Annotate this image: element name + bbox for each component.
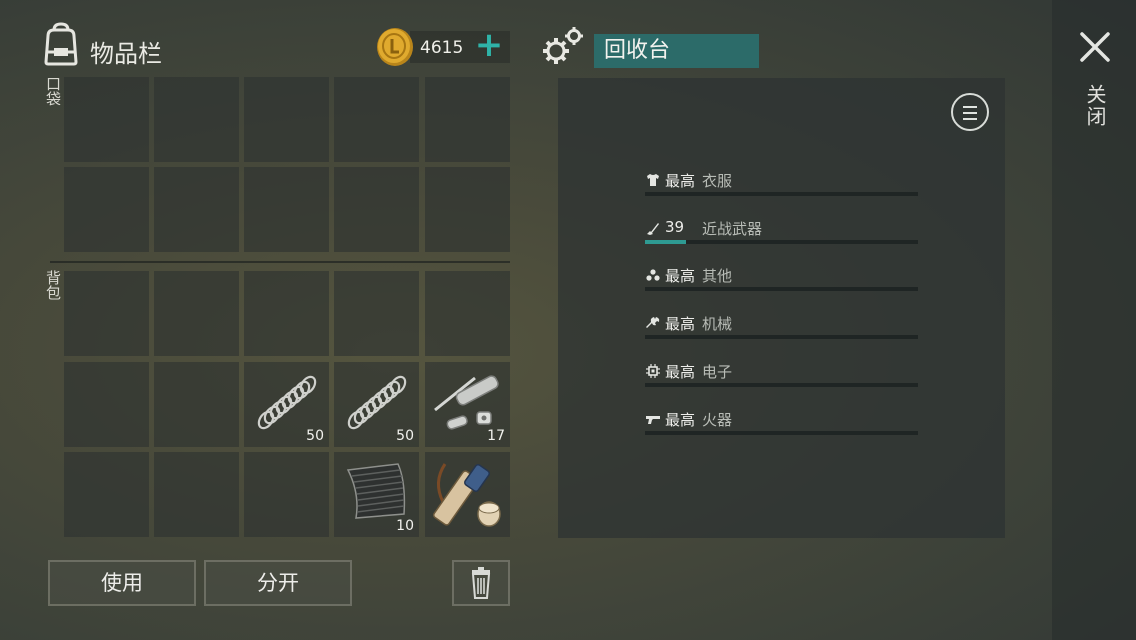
recycler-row-firearms: 最高 火器 <box>645 407 918 437</box>
pocket-slot[interactable] <box>64 77 149 162</box>
split-button[interactable]: 分开 <box>204 560 352 606</box>
backpack-slot[interactable] <box>244 452 329 537</box>
pocket-slot[interactable] <box>154 77 239 162</box>
pocket-slot[interactable] <box>334 167 419 252</box>
inventory-title: 物品栏 <box>90 40 162 68</box>
recycler-category: 衣服 <box>702 172 733 190</box>
progress-track <box>645 192 918 196</box>
backpack-slot-pipe[interactable]: 17 <box>425 362 510 447</box>
coin-icon <box>377 28 413 66</box>
recycler-row-clothes: 最高 衣服 <box>645 168 918 198</box>
backpack-slot[interactable] <box>64 271 149 356</box>
close-label[interactable]: 关闭 <box>1082 84 1110 128</box>
recycler-category: 电子 <box>702 363 733 381</box>
recycler-level: 39 <box>665 218 685 236</box>
progress-track <box>645 383 918 387</box>
add-coins-button[interactable]: + <box>474 28 504 62</box>
recycler-row-other: 最高 其他 <box>645 263 918 293</box>
progress-track <box>645 335 918 339</box>
progress-track <box>645 287 918 291</box>
item-quantity: 10 <box>396 518 414 534</box>
backpack-slot-spring[interactable]: 50 <box>244 362 329 447</box>
pocket-slot[interactable] <box>425 77 510 162</box>
progress-track <box>645 240 918 244</box>
item-quantity: 50 <box>396 428 414 444</box>
backpack-slot[interactable] <box>334 271 419 356</box>
backpack-slot[interactable] <box>425 271 510 356</box>
backpack-slot-scope[interactable] <box>425 452 510 537</box>
recycler-panel <box>558 78 1005 538</box>
item-quantity: 17 <box>487 428 505 444</box>
backpack-slot-spring[interactable]: 50 <box>334 362 419 447</box>
backpack-label: 背包 <box>44 270 62 300</box>
recycler-title: 回收台 <box>594 34 759 68</box>
recycler-level: 最高 <box>665 411 696 429</box>
backpack-slot[interactable] <box>244 271 329 356</box>
recycler-row-mechanical: 最高 机械 <box>645 311 918 341</box>
knife-icon <box>647 223 659 235</box>
coin-count: 4615 <box>420 38 464 58</box>
item-quantity: 50 <box>306 428 324 444</box>
gun-icon <box>646 416 660 424</box>
recycler-category: 其他 <box>702 267 733 285</box>
trash-icon <box>471 567 491 599</box>
scope-tube-icon <box>432 463 501 527</box>
backpack-slot[interactable] <box>154 271 239 356</box>
backpack-slot[interactable] <box>154 452 239 537</box>
recycler-level: 最高 <box>665 172 696 190</box>
pocket-label: 口袋 <box>44 76 62 106</box>
recycler-level: 最高 <box>665 267 696 285</box>
close-icon[interactable] <box>1078 30 1112 64</box>
trash-button[interactable] <box>452 560 510 606</box>
backpack-icon <box>44 22 78 66</box>
recycler-category: 火器 <box>702 411 733 429</box>
shirt-icon <box>647 174 659 186</box>
backpack-slot-rubber[interactable]: 10 <box>334 452 419 537</box>
pocket-slot[interactable] <box>244 77 329 162</box>
pocket-slot[interactable] <box>244 167 329 252</box>
pocket-slot[interactable] <box>425 167 510 252</box>
backpack-slot[interactable] <box>154 362 239 447</box>
pocket-slot[interactable] <box>154 167 239 252</box>
menu-icon <box>963 106 977 108</box>
recycler-row-melee: 39 近战武器 <box>645 216 918 246</box>
progress-track <box>645 431 918 435</box>
menu-button[interactable] <box>951 93 989 131</box>
recycler-row-electronic: 最高 电子 <box>645 359 918 389</box>
dots-icon <box>646 269 660 281</box>
wrench-icon <box>646 317 660 328</box>
progress-fill <box>645 240 686 244</box>
recycler-level: 最高 <box>665 363 696 381</box>
backpack-slot[interactable] <box>64 362 149 447</box>
use-button[interactable]: 使用 <box>48 560 196 606</box>
recycler-level: 最高 <box>665 315 696 333</box>
chip-icon <box>646 364 660 378</box>
backpack-slot[interactable] <box>64 452 149 537</box>
gears-icon <box>543 27 583 64</box>
pocket-slot[interactable] <box>64 167 149 252</box>
recycler-category: 近战武器 <box>702 220 763 238</box>
recycler-category: 机械 <box>702 315 733 333</box>
section-divider <box>50 261 510 263</box>
pocket-slot[interactable] <box>334 77 419 162</box>
